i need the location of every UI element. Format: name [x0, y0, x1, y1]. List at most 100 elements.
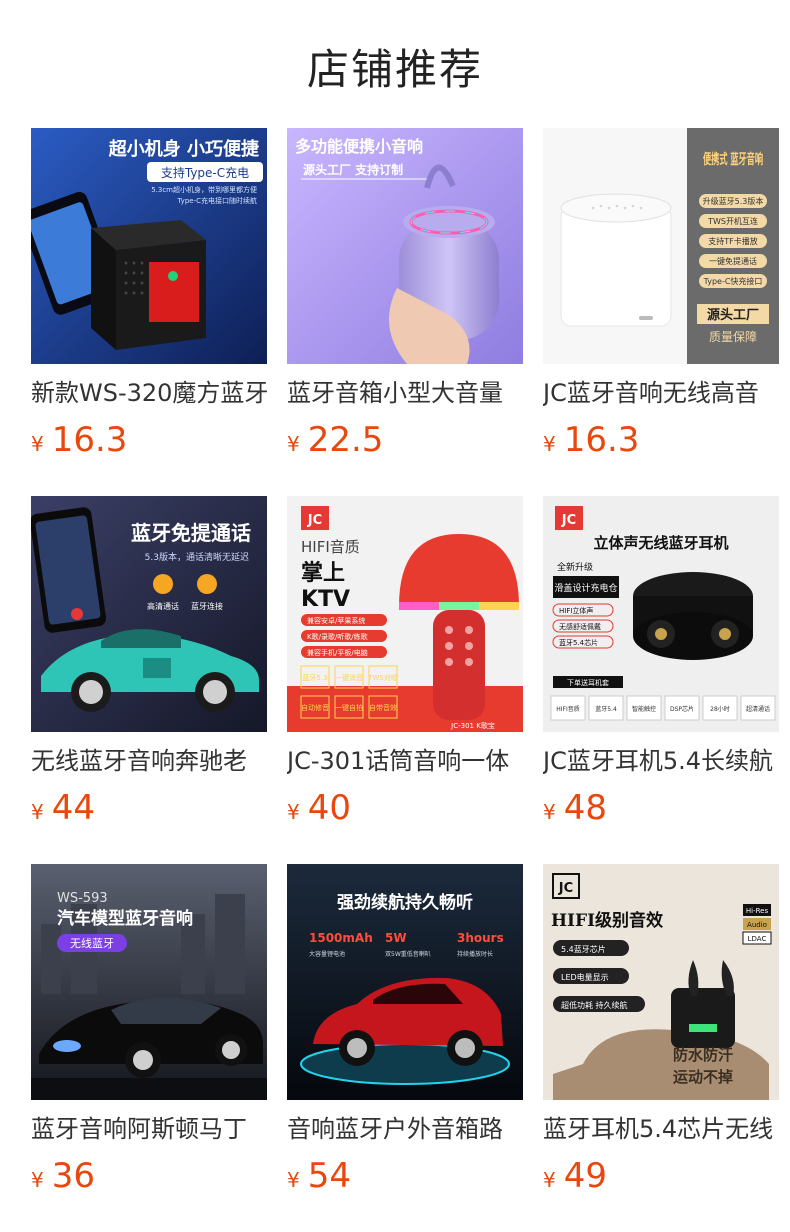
product-price: ¥16.3 — [31, 420, 128, 460]
product-name[interactable]: 蓝牙耳机5.4芯片无线 — [543, 1114, 779, 1144]
svg-text:5.4蓝牙芯片: 5.4蓝牙芯片 — [561, 944, 606, 954]
image-headline: 便携式 蓝牙音响 — [703, 151, 763, 168]
svg-text:超清通话: 超清通话 — [746, 705, 770, 713]
svg-text:Audio: Audio — [747, 921, 767, 929]
svg-text:自带音效: 自带音效 — [369, 703, 397, 712]
svg-text:K歌/录歌/听歌/练歌: K歌/录歌/听歌/练歌 — [307, 632, 368, 641]
svg-text:一键消音: 一键消音 — [335, 673, 363, 682]
product-name[interactable]: 音响蓝牙户外音箱路 — [287, 1114, 523, 1144]
cube-speaker-image[interactable]: 超小机身 小巧便捷 支持Type-C充电 5.3cm超小机身，带到哪里都方便 T… — [31, 128, 267, 364]
svg-text:自动修音: 自动修音 — [301, 703, 329, 712]
product-price: ¥16.3 — [543, 420, 640, 460]
svg-text:5.3版本，通话清晰无延迟: 5.3版本，通话清晰无延迟 — [145, 551, 249, 563]
image-badge: 全新升级 — [557, 561, 593, 573]
product-name[interactable]: JC-301话筒音响一体 — [287, 746, 523, 776]
product-card[interactable]: 多功能便携小音响 源头工厂 支持订制 蓝牙音箱小型大音量 ¥22.5 — [287, 128, 523, 464]
svg-text:兼容手机/平板/电脑: 兼容手机/平板/电脑 — [307, 648, 368, 657]
svg-text:高清通话: 高清通话 — [147, 601, 179, 611]
svg-text:防水防汗: 防水防汗 — [673, 1046, 733, 1064]
brand-logo: JC — [558, 881, 573, 896]
product-card[interactable]: JC HIFI音质 掌上 KTV 兼容安卓/苹果系统 K歌/录歌/听歌/练歌 兼… — [287, 496, 523, 832]
section-title: 店铺推荐 — [306, 45, 483, 94]
product-card[interactable]: 超小机身 小巧便捷 支持Type-C充电 5.3cm超小机身，带到哪里都方便 T… — [31, 128, 267, 464]
product-price: ¥36 — [31, 1156, 95, 1196]
image-headline: 立体声无线蓝牙耳机 — [593, 534, 728, 552]
earbuds-image[interactable]: JC 立体声无线蓝牙耳机 全新升级 滑盖设计充电仓 HIFI立体声 无感舒适佩戴… — [543, 496, 779, 732]
product-card[interactable]: WS-593 汽车模型蓝牙音响 无线蓝牙 蓝牙音响阿斯顿马丁 ¥36 — [31, 864, 267, 1200]
product-price: ¥49 — [543, 1156, 607, 1196]
image-headline: HIFI音质 — [301, 538, 360, 556]
product-price: ¥54 — [287, 1156, 351, 1196]
svg-text:支持TF卡播放: 支持TF卡播放 — [708, 236, 758, 246]
svg-text:5W: 5W — [385, 931, 407, 945]
image-headline: 蓝牙免提通话 — [131, 521, 251, 545]
svg-text:KTV: KTV — [301, 587, 350, 612]
product-name[interactable]: 无线蓝牙音响奔驰老 — [31, 746, 267, 776]
svg-text:TWS对唱: TWS对唱 — [367, 673, 398, 682]
svg-text:Type-C充电接口随时续航: Type-C充电接口随时续航 — [177, 196, 258, 205]
product-name[interactable]: 新款WS-320魔方蓝牙 — [31, 378, 267, 408]
svg-text:质量保障: 质量保障 — [709, 329, 757, 344]
svg-text:蓝牙连接: 蓝牙连接 — [191, 601, 223, 611]
svg-text:滑盖设计充电仓: 滑盖设计充电仓 — [554, 582, 617, 594]
product-name[interactable]: JC蓝牙音响无线高音 — [543, 378, 779, 408]
car-speaker-image[interactable]: 蓝牙免提通话 5.3版本，通话清晰无延迟 高清通话 蓝牙连接 — [31, 496, 267, 732]
svg-text:无感舒适佩戴: 无感舒适佩戴 — [559, 622, 601, 631]
svg-text:HIFI立体声: HIFI立体声 — [559, 606, 593, 615]
suv-speaker-image[interactable]: 强劲续航持久畅听 1500mAh 5W 3hours 大容量锂电池 双5W重低音… — [287, 864, 523, 1100]
svg-text:一键自拍: 一键自拍 — [335, 703, 363, 712]
svg-text:蓝牙5.3: 蓝牙5.3 — [302, 673, 327, 682]
image-badge: 无线蓝牙 — [70, 936, 114, 950]
svg-text:Type-C快充接口: Type-C快充接口 — [703, 276, 763, 286]
svg-text:JC-301 K歌宝: JC-301 K歌宝 — [450, 721, 495, 730]
svg-text:智能触控: 智能触控 — [632, 705, 656, 713]
earbuds-case-image[interactable]: JC HIFI级别音效 5.4蓝牙芯片 LED电量显示 超低功耗 持久续航 Hi… — [543, 864, 779, 1100]
svg-text:3hours: 3hours — [457, 931, 504, 945]
svg-text:升级蓝牙5.3版本: 升级蓝牙5.3版本 — [703, 196, 764, 206]
image-badge: 源头工厂 — [707, 307, 759, 323]
product-price: ¥22.5 — [287, 420, 384, 460]
image-headline: 超小机身 小巧便捷 — [109, 138, 260, 160]
svg-text:LDAC: LDAC — [748, 935, 767, 943]
product-price: ¥40 — [287, 788, 351, 828]
product-card[interactable]: 便携式 蓝牙音响 升级蓝牙5.3版本 TWS开机互连 支持TF卡播放 一键免提通… — [543, 128, 779, 464]
image-badge: 支持Type-C充电 — [161, 165, 249, 180]
svg-text:兼容安卓/苹果系统: 兼容安卓/苹果系统 — [307, 616, 365, 625]
svg-text:一键免提通话: 一键免提通话 — [709, 256, 757, 266]
svg-text:双5W重低音喇叭: 双5W重低音喇叭 — [385, 950, 431, 958]
product-card[interactable]: 强劲续航持久畅听 1500mAh 5W 3hours 大容量锂电池 双5W重低音… — [287, 864, 523, 1200]
sports-car-speaker-image[interactable]: WS-593 汽车模型蓝牙音响 无线蓝牙 — [31, 864, 267, 1100]
mushroom-speaker-image[interactable]: JC HIFI音质 掌上 KTV 兼容安卓/苹果系统 K歌/录歌/听歌/练歌 兼… — [287, 496, 523, 732]
product-card[interactable]: JC HIFI级别音效 5.4蓝牙芯片 LED电量显示 超低功耗 持久续航 Hi… — [543, 864, 779, 1200]
svg-text:持续播放时长: 持续播放时长 — [457, 950, 493, 958]
image-headline: HIFI级别音效 — [551, 910, 663, 931]
product-name[interactable]: JC蓝牙耳机5.4长续航 — [543, 746, 779, 776]
svg-text:超低功耗 持久续航: 超低功耗 持久续航 — [561, 1000, 628, 1010]
svg-text:大容量锂电池: 大容量锂电池 — [309, 950, 345, 958]
image-headline: 汽车模型蓝牙音响 — [57, 908, 193, 929]
fabric-speaker-image[interactable]: 多功能便携小音响 源头工厂 支持订制 — [287, 128, 523, 364]
svg-text:运动不掉: 运动不掉 — [673, 1068, 733, 1086]
brand-logo: JC — [307, 513, 322, 528]
svg-text:蓝牙5.4芯片: 蓝牙5.4芯片 — [559, 638, 598, 647]
image-headline: 强劲续航持久畅听 — [337, 892, 473, 913]
product-name[interactable]: 蓝牙音箱小型大音量 — [287, 378, 523, 408]
image-headline: 多功能便携小音响 — [295, 137, 423, 156]
svg-text:蓝牙5.4: 蓝牙5.4 — [595, 705, 617, 713]
image-badge: 源头工厂 支持订制 — [303, 162, 403, 177]
svg-text:TWS开机互连: TWS开机互连 — [707, 216, 758, 226]
svg-text:DSP芯片: DSP芯片 — [670, 705, 694, 713]
svg-text:LED电量显示: LED电量显示 — [561, 972, 609, 982]
product-price: ¥44 — [31, 788, 95, 828]
product-card[interactable]: 蓝牙免提通话 5.3版本，通话清晰无延迟 高清通话 蓝牙连接 无线蓝牙音响奔驰老… — [31, 496, 267, 832]
product-name[interactable]: 蓝牙音响阿斯顿马丁 — [31, 1114, 267, 1144]
svg-text:1500mAh: 1500mAh — [309, 931, 373, 945]
svg-text:掌上: 掌上 — [301, 561, 345, 586]
svg-text:Hi-Res: Hi-Res — [746, 907, 769, 915]
svg-text:28小时: 28小时 — [710, 705, 730, 713]
svg-text:5.3cm超小机身，带到哪里都方便: 5.3cm超小机身，带到哪里都方便 — [151, 185, 257, 194]
model-label: WS-593 — [57, 891, 108, 906]
product-card[interactable]: JC 立体声无线蓝牙耳机 全新升级 滑盖设计充电仓 HIFI立体声 无感舒适佩戴… — [543, 496, 779, 832]
white-speaker-image[interactable]: 便携式 蓝牙音响 升级蓝牙5.3版本 TWS开机互连 支持TF卡播放 一键免提通… — [543, 128, 779, 364]
svg-text:HIFI音质: HIFI音质 — [556, 705, 580, 713]
